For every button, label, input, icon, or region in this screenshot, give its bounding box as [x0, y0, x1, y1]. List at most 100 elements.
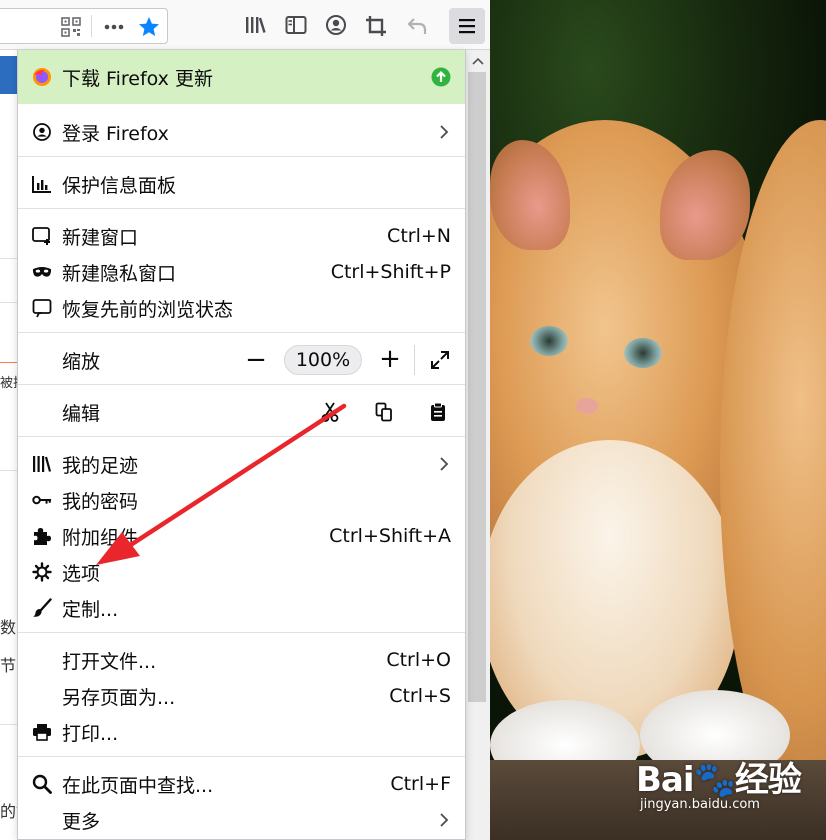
menu-separator: [18, 632, 465, 633]
menu-item-label: 我的足迹: [62, 454, 139, 477]
menu-separator: [18, 384, 465, 385]
menu-separator: [18, 756, 465, 757]
menu-item-label: 打印...: [62, 722, 119, 745]
app-menu-panel: 下载 Firefox 更新 登录 Firefox 保护信息面板 新建窗口 Ctr…: [17, 50, 466, 840]
menu-item-sign-in[interactable]: 登录 Firefox: [18, 114, 465, 150]
copy-icon[interactable]: [370, 398, 398, 426]
menu-item-edit: 编辑: [18, 394, 465, 430]
bookmark-star-icon[interactable]: [137, 15, 161, 39]
menu-item-label: 恢复先前的浏览状态: [62, 298, 234, 321]
sidebar-icon[interactable]: [285, 15, 307, 35]
paintbrush-icon: [32, 598, 52, 618]
menu-item-options[interactable]: 选项: [18, 554, 465, 590]
menu-item-passwords[interactable]: 我的密码: [18, 482, 465, 518]
chevron-right-icon: [439, 123, 449, 145]
page-text-fragment: 节: [0, 656, 17, 675]
menu-item-label: 更多: [62, 810, 101, 833]
menu-item-label: 新建隐私窗口: [62, 262, 177, 285]
menu-item-protections[interactable]: 保护信息面板: [18, 166, 465, 202]
menu-item-restore-session[interactable]: 恢复先前的浏览状态: [18, 290, 465, 326]
scroll-up-arrow-icon[interactable]: [466, 50, 490, 72]
search-icon: [32, 774, 52, 794]
chevron-right-icon: [439, 455, 449, 477]
more-dots-icon[interactable]: [103, 17, 125, 37]
browser-toolbar: [0, 0, 490, 50]
paste-clipboard-icon[interactable]: [424, 398, 452, 426]
menu-item-print[interactable]: 打印...: [18, 714, 465, 750]
menu-item-label: 我的密码: [62, 490, 139, 513]
scrollbar-thumb[interactable]: [468, 72, 486, 702]
restore-session-icon: [32, 298, 52, 318]
urlbar-separator: [91, 15, 92, 37]
chevron-right-icon: [439, 811, 449, 833]
page-header-bar: [0, 56, 18, 94]
page-text-fragment: 被拉: [0, 376, 18, 391]
menu-item-more[interactable]: 更多: [18, 802, 465, 838]
watermark-logo: Bai🐾经验: [636, 760, 802, 800]
menu-separator: [18, 332, 465, 333]
gear-icon: [32, 562, 52, 582]
menu-item-label: 打开文件...: [62, 650, 157, 673]
menu-item-label: 新建窗口: [62, 226, 139, 249]
zoom-out-button[interactable]: −: [242, 345, 270, 375]
menu-item-label: 选项: [62, 562, 101, 585]
page-divider: [0, 362, 18, 363]
menu-item-find[interactable]: 在此页面中查找... Ctrl+F: [18, 766, 465, 802]
library-icon: [32, 454, 52, 474]
update-arrow-icon: [431, 67, 451, 91]
kitten-photo: [490, 0, 826, 840]
hamburger-menu-icon[interactable]: [449, 8, 485, 44]
shortcut-text: Ctrl+Shift+P: [330, 261, 451, 283]
page-divider: [0, 258, 18, 259]
qr-code-icon[interactable]: [61, 17, 81, 37]
menu-item-customize[interactable]: 定制...: [18, 590, 465, 626]
zoom-in-button[interactable]: +: [376, 344, 404, 374]
dashboard-chart-icon: [32, 174, 52, 194]
menu-separator: [18, 436, 465, 437]
menu-item-private-window[interactable]: 新建隐私窗口 Ctrl+Shift+P: [18, 254, 465, 290]
account-icon[interactable]: [325, 14, 347, 36]
private-mask-icon: [32, 262, 52, 282]
zoom-divider: [414, 345, 415, 375]
menu-item-new-window[interactable]: 新建窗口 Ctrl+N: [18, 218, 465, 254]
shortcut-text: Ctrl+F: [390, 773, 451, 795]
zoom-reset-button[interactable]: 100%: [284, 345, 362, 375]
background-page: [0, 50, 18, 840]
page-divider: [0, 724, 18, 725]
shortcut-text: Ctrl+N: [387, 225, 451, 247]
menu-item-zoom: 缩放 − 100% +: [18, 342, 465, 378]
menu-separator: [18, 208, 465, 209]
printer-icon: [32, 722, 52, 742]
menu-item-open-file[interactable]: 打开文件... Ctrl+O: [18, 642, 465, 678]
menu-item-library[interactable]: 我的足迹: [18, 446, 465, 482]
cut-scissors-icon[interactable]: [316, 398, 344, 426]
update-banner[interactable]: 下载 Firefox 更新: [18, 50, 465, 104]
menu-item-label: 在此页面中查找...: [62, 774, 214, 797]
baidu-watermark: Bai🐾经验 jingyan.baidu.com: [636, 752, 802, 812]
menu-item-addons[interactable]: 附加组件 Ctrl+Shift+A: [18, 518, 465, 554]
menu-separator: [18, 156, 465, 157]
shortcut-text: Ctrl+O: [386, 649, 451, 671]
screenshot-icon[interactable]: [365, 15, 387, 37]
library-icon[interactable]: [245, 15, 267, 35]
page-divider: [0, 302, 18, 303]
back-arrow-icon[interactable]: [406, 16, 428, 36]
edit-label: 编辑: [62, 402, 101, 425]
key-icon: [32, 490, 52, 510]
shortcut-text: Ctrl+S: [389, 685, 451, 707]
zoom-label: 缩放: [62, 350, 101, 373]
account-icon: [32, 122, 52, 142]
page-text-fragment: 的如: [0, 802, 18, 821]
menu-item-label: 附加组件: [62, 526, 139, 549]
menu-item-label: 另存页面为...: [62, 686, 176, 709]
new-window-icon: [32, 226, 52, 246]
update-banner-label: 下载 Firefox 更新: [62, 67, 213, 90]
menu-item-save-page[interactable]: 另存页面为... Ctrl+S: [18, 678, 465, 714]
menu-item-label: 登录 Firefox: [62, 122, 169, 145]
page-text-fragment: 数: [0, 618, 17, 637]
url-bar[interactable]: [0, 8, 168, 44]
puzzle-piece-icon: [32, 526, 52, 546]
fullscreen-icon[interactable]: [426, 346, 454, 374]
menu-item-label: 定制...: [62, 598, 119, 621]
firefox-logo-icon: [32, 67, 52, 91]
